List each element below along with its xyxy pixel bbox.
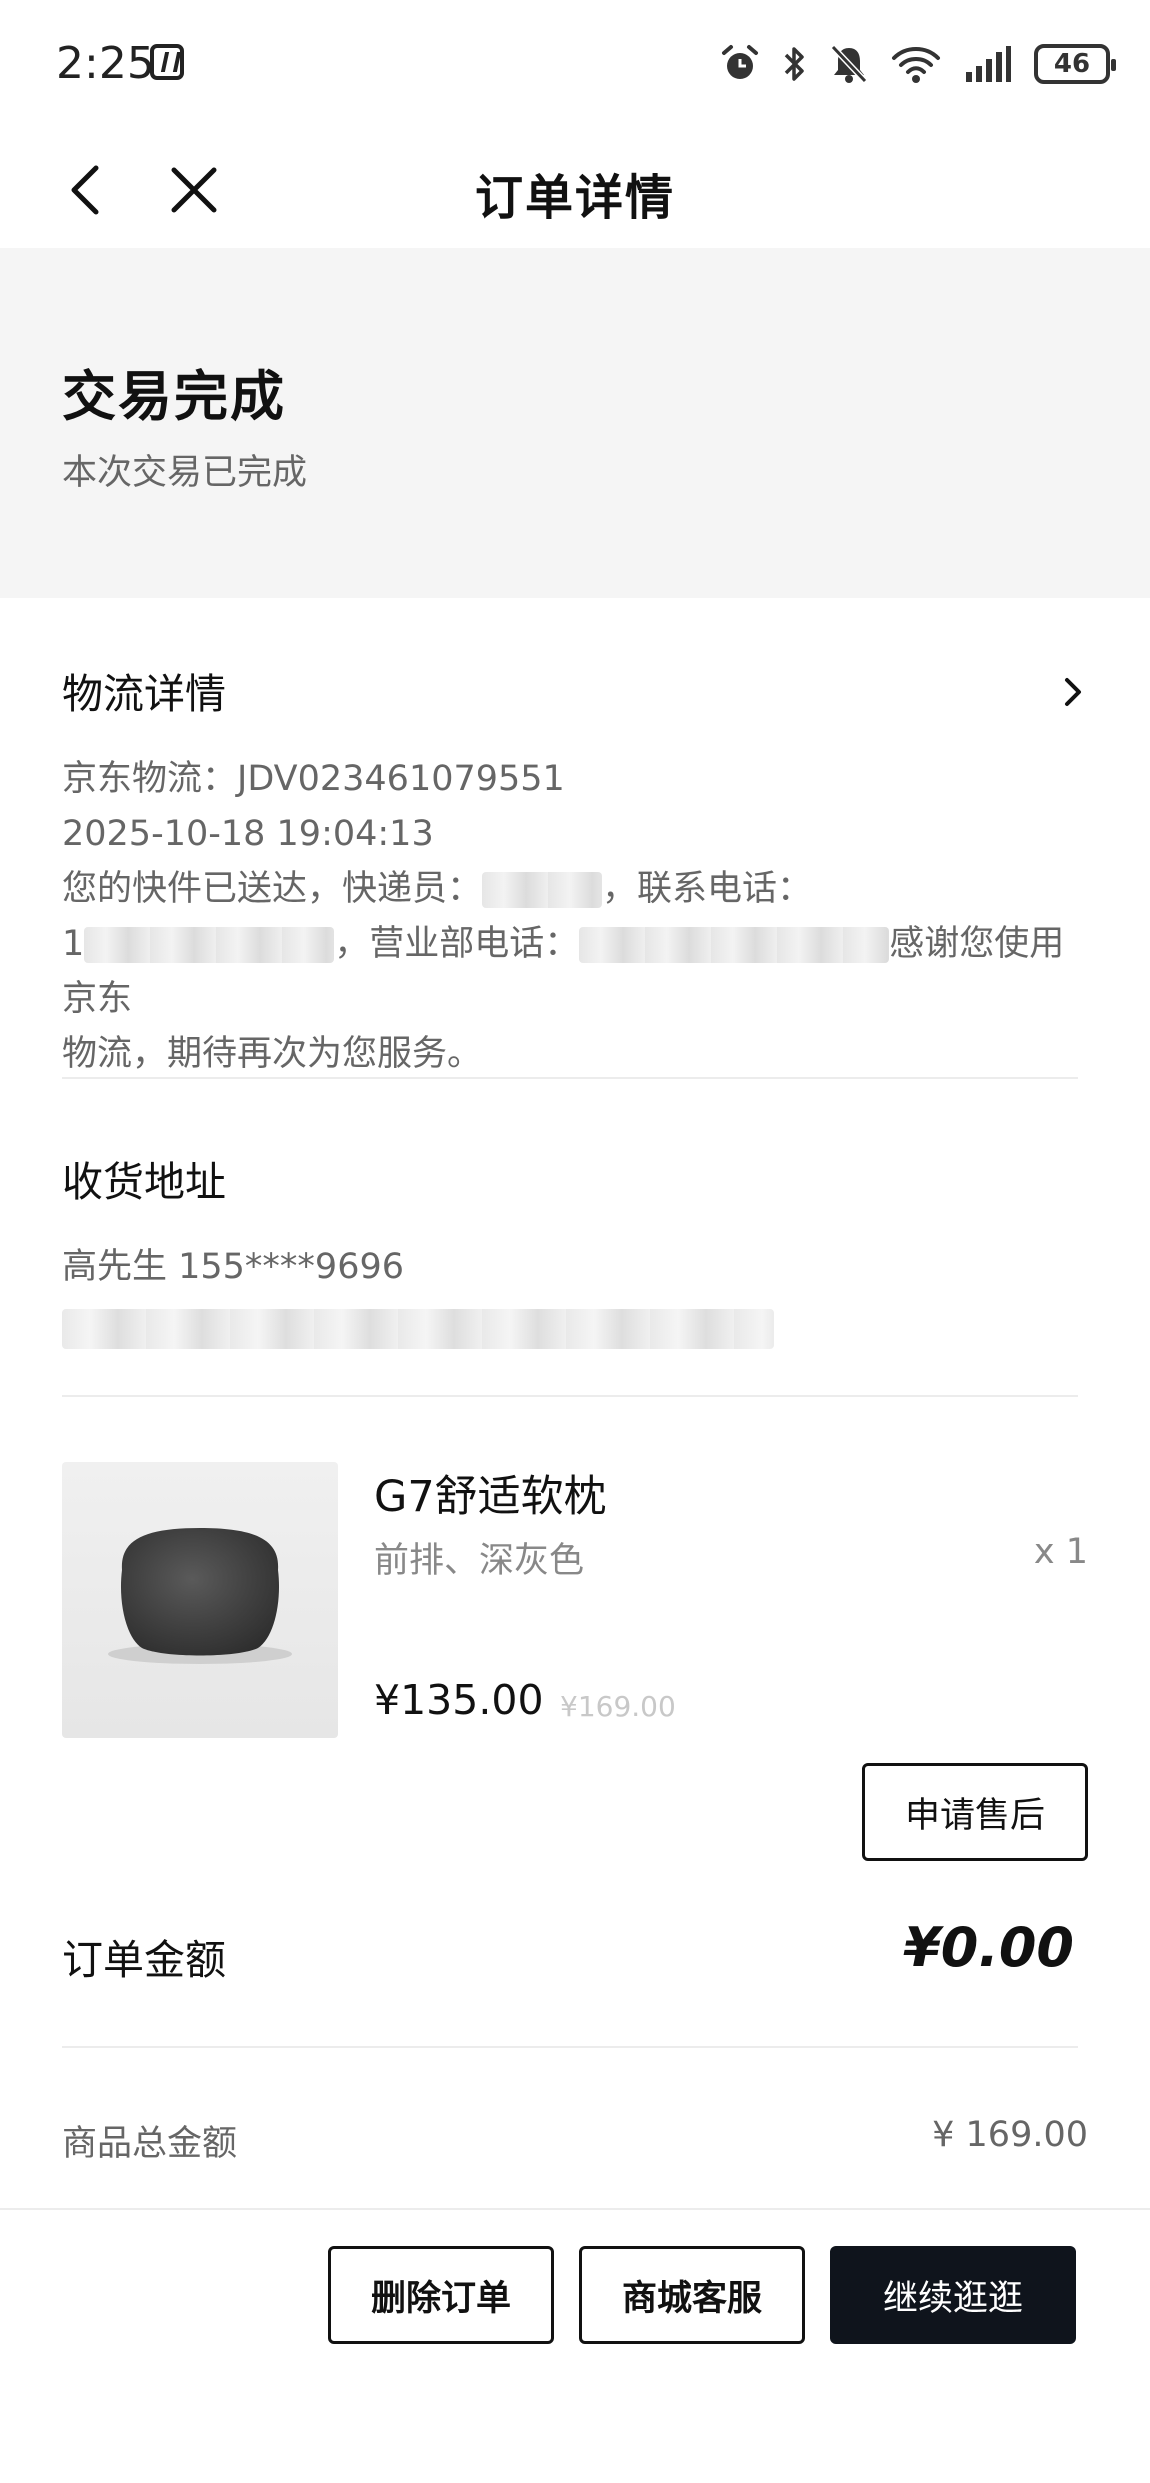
- logistics-title: 物流详情: [62, 670, 226, 718]
- address-title: 收货地址: [62, 1158, 226, 1206]
- nav-bar: 订单详情: [0, 130, 1150, 248]
- alarm-icon: [722, 45, 758, 79]
- order-amount-value: ¥0.00: [903, 1916, 1074, 1979]
- logistics-message-text: 1: [62, 924, 85, 964]
- order-amount-label: 订单金额: [62, 1936, 226, 1984]
- goods-total-label: 商品总金额: [62, 2124, 238, 2164]
- product-original-price: ¥169.00: [560, 1690, 676, 1723]
- order-status-title: 交易完成: [62, 365, 286, 428]
- logistics-message-line-2: 1 ，营业部电话： 感谢您使用京东: [62, 917, 1088, 1027]
- address-name-phone: 高先生 155****9696: [62, 1247, 405, 1287]
- page-title: 订单详情: [474, 170, 675, 226]
- logistics-message-text: ，联系电话：: [602, 869, 813, 909]
- divider: [62, 2046, 1078, 2048]
- status-icons: 46: [720, 40, 1116, 88]
- logistics-section[interactable]: 物流详情 京东物流：JDV023461079551 2025-10-18 19:…: [62, 660, 1088, 1082]
- logistics-message-text: 您的快件已送达，快递员：: [62, 869, 483, 909]
- redacted-block: [482, 872, 603, 908]
- logistics-message-text: ，营业部电话：: [334, 924, 580, 964]
- order-status-section: 交易完成 本次交易已完成: [0, 248, 1150, 598]
- pillow-image: [108, 1528, 292, 1664]
- product-price: ¥135.00: [374, 1676, 544, 1724]
- bluetooth-icon: [784, 47, 804, 81]
- divider: [62, 1077, 1078, 1079]
- logistics-message-line-3: 物流，期待再次为您服务。: [62, 1034, 483, 1074]
- after-sale-button[interactable]: 申请售后: [862, 1763, 1088, 1861]
- customer-service-button[interactable]: 商城客服: [579, 2246, 805, 2344]
- redacted-block: [579, 927, 890, 963]
- battery-icon: 46: [1034, 44, 1116, 84]
- redacted-block: [84, 927, 335, 963]
- battery-level: 46: [1053, 49, 1091, 79]
- redacted-address: [62, 1309, 774, 1349]
- product-quantity: x 1: [1033, 1532, 1088, 1572]
- logistics-info: 京东物流：JDV023461079551 2025-10-18 19:04:13…: [62, 752, 1088, 1082]
- logistics-tracking: 京东物流：JDV023461079551: [62, 759, 565, 799]
- bottom-action-bar: 删除订单 商城客服 继续逛逛: [0, 2208, 1150, 2483]
- logistics-time: 2025-10-18 19:04:13: [62, 814, 434, 854]
- product-name: G7舒适软枕: [374, 1472, 607, 1522]
- logistics-message-line-1: 您的快件已送达，快递员： ，联系电话：: [62, 862, 1088, 917]
- product-spec: 前排、深灰色: [374, 1541, 585, 1581]
- order-status-subtitle: 本次交易已完成: [62, 453, 308, 493]
- mute-icon: [830, 44, 868, 84]
- divider: [62, 1395, 1078, 1397]
- product-image[interactable]: [62, 1462, 338, 1738]
- status-time: 2:25: [56, 38, 155, 89]
- continue-shopping-button[interactable]: 继续逛逛: [830, 2246, 1076, 2344]
- signal-icon: [966, 46, 1011, 82]
- nfc-icon: [150, 44, 184, 80]
- chevron-right-icon[interactable]: [1058, 674, 1088, 710]
- goods-total-value: ¥ 169.00: [932, 2115, 1088, 2155]
- product-item[interactable]: G7舒适软枕 前排、深灰色 x 1 ¥135.00 ¥169.00: [62, 1462, 1088, 1742]
- delete-order-button[interactable]: 删除订单: [328, 2246, 554, 2344]
- address-section: 收货地址 高先生 155****9696: [62, 1148, 1088, 1349]
- status-bar: 2:25 46: [0, 0, 1150, 130]
- wifi-6-icon: [892, 47, 940, 83]
